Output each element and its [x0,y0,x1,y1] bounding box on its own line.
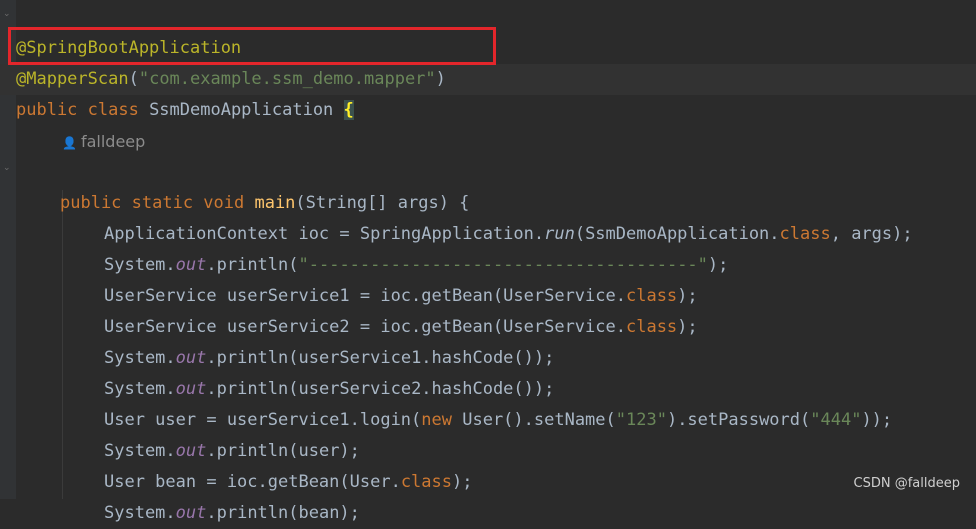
indent-guide [62,190,63,499]
code-line-9[interactable]: UserService userService2 = ioc.getBean(U… [104,281,698,337]
matched-brace: { [343,100,354,120]
code-line-5[interactable]: public static void main(String[] args) { [60,157,469,213]
code-line-7[interactable]: System.out.println("--------------------… [104,219,728,275]
fold-marker-icon[interactable]: ⌄ [3,9,12,19]
code-line-11[interactable]: System.out.println(userService2.hashCode… [104,343,554,399]
code-line-3[interactable]: public class SsmDemoApplication { [16,64,354,120]
code-line-8[interactable]: UserService userService1 = ioc.getBean(U… [104,250,698,306]
watermark: CSDN @falldeep [853,476,960,491]
code-line-13[interactable]: System.out.println(user); [104,405,360,461]
fold-marker-icon[interactable]: ⌄ [3,163,12,173]
class-name: SsmDemoApplication [149,100,344,120]
person-icon: 👤 [62,136,77,150]
code-line-6[interactable]: ApplicationContext ioc = SpringApplicati… [104,188,913,244]
author-name: falldeep [80,132,146,151]
author-hint[interactable]: 👤 falldeep [62,128,145,156]
code-line-12[interactable]: User user = userService1.login(new User(… [104,374,892,430]
code-line-14[interactable]: User bean = ioc.getBean(User.class); [104,436,472,492]
highlight-box [8,27,496,65]
code-line-15[interactable]: System.out.println(bean); [104,467,360,523]
code-line-10[interactable]: System.out.println(userService1.hashCode… [104,312,554,368]
